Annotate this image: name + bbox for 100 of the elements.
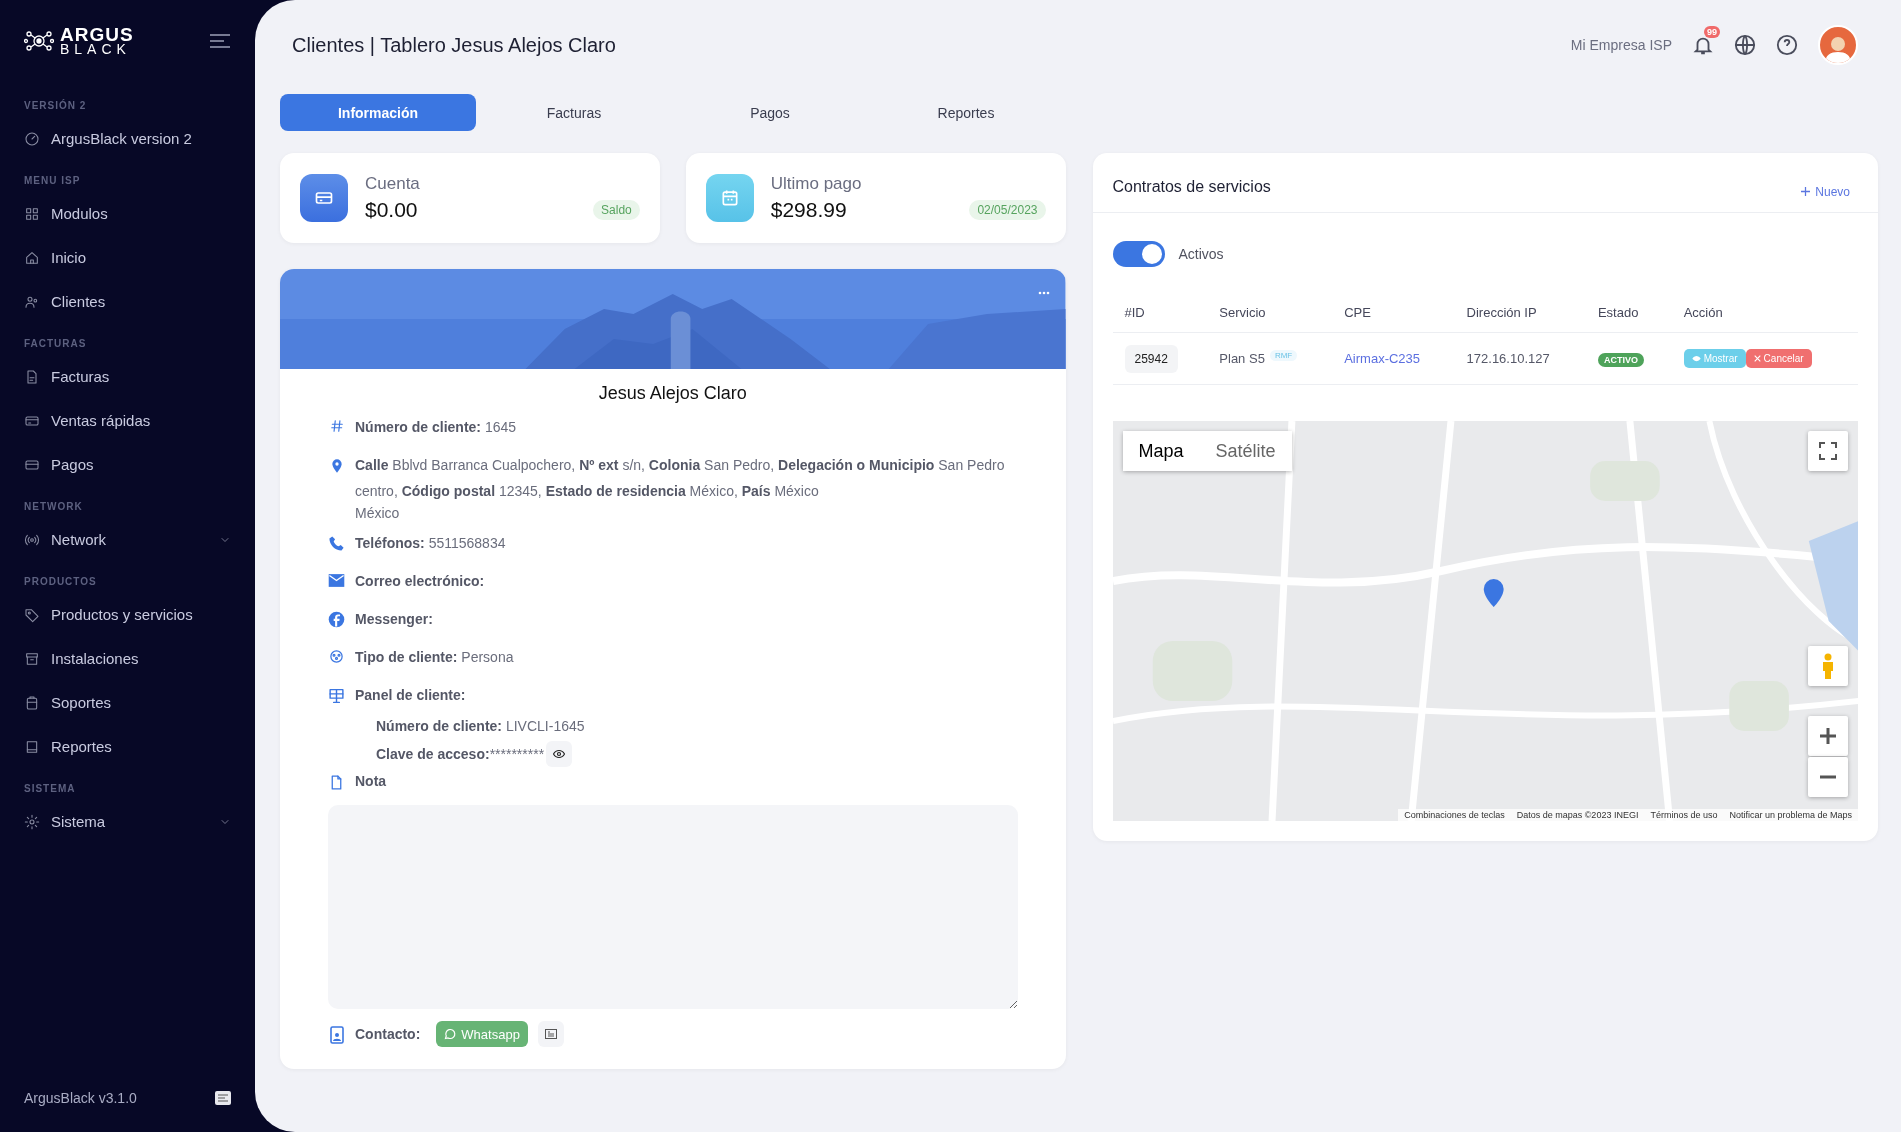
- section-title: FACTURAS: [24, 337, 88, 349]
- sidebar-item[interactable]: Inicio: [24, 235, 231, 280]
- map-footer-link[interactable]: Notificar un problema de Maps: [1729, 810, 1852, 820]
- card-badge: 02/05/2023: [969, 200, 1046, 220]
- more-button[interactable]: [1037, 291, 1050, 295]
- archive-icon: [24, 650, 40, 667]
- network-icon: [329, 649, 344, 664]
- fullscreen-button[interactable]: [1808, 431, 1848, 471]
- sidebar-item[interactable]: Modulos: [24, 191, 231, 236]
- gauge-icon: [24, 130, 40, 147]
- section-title: PRODUCTOS: [24, 575, 98, 587]
- fullscreen-icon: [1819, 442, 1837, 460]
- help-button[interactable]: [1776, 34, 1798, 56]
- card-amount: $298.99: [770, 198, 847, 222]
- field-label: Clave de acceso:: [376, 746, 490, 762]
- sidebar-item[interactable]: Facturas: [24, 354, 231, 399]
- plus-icon: [1801, 187, 1811, 196]
- sidebar-item[interactable]: ArgusBlack version 2: [24, 116, 231, 161]
- sidebar-item[interactable]: Ventas rápidas: [24, 398, 231, 443]
- map-type-button[interactable]: Mapa: [1122, 431, 1200, 471]
- field-text: Número de cliente: 1645: [355, 418, 517, 436]
- sidebar-item[interactable]: Instalaciones: [24, 636, 231, 681]
- map-footer-link[interactable]: Combinaciones de teclas: [1404, 810, 1505, 820]
- version-text: ArgusBlack v3.1.0: [24, 1090, 137, 1106]
- contact-card-button[interactable]: [537, 1021, 564, 1047]
- whatsapp-icon: [444, 1028, 457, 1040]
- toggle-label: Activos: [1178, 246, 1224, 262]
- map-footer-link[interactable]: Términos de uso: [1650, 810, 1718, 820]
- sidebar-item[interactable]: Sistema: [24, 799, 231, 844]
- card-title: Ultimo pago: [770, 174, 863, 194]
- card-icon: [215, 1091, 231, 1105]
- notification-badge: 99: [1704, 26, 1720, 38]
- document-icon: [24, 368, 40, 385]
- field-text: Número de cliente: LIVCLI-1645: [376, 717, 585, 735]
- gear-icon: [24, 813, 40, 830]
- brand-subtitle: BLACK: [60, 43, 132, 56]
- tab[interactable]: Reportes: [868, 94, 1064, 131]
- card-amount: $0.00: [365, 198, 418, 222]
- sidebar-item[interactable]: Soportes: [24, 680, 231, 725]
- sidebar-item[interactable]: Network: [24, 517, 231, 562]
- note-label: Nota: [355, 773, 387, 789]
- page-title: Clientes | Tablero Jesus Alejos Claro: [292, 33, 616, 57]
- minus-icon: [1819, 775, 1837, 779]
- facebook-icon: [328, 611, 345, 628]
- tag-icon: [24, 606, 40, 623]
- show-password-button[interactable]: [546, 741, 573, 767]
- sidebar-item[interactable]: Productos y servicios: [24, 592, 231, 637]
- address-text: México: [355, 504, 400, 522]
- service-text: Plan S5: [1219, 351, 1265, 367]
- column-header: Dirección IP: [1454, 295, 1586, 333]
- new-link[interactable]: Nuevo: [1801, 184, 1850, 199]
- plus-icon: [1819, 727, 1837, 745]
- company-name: Mi Empresa ISP: [1570, 37, 1672, 53]
- column-header: #ID: [1112, 295, 1208, 333]
- map-footer-link[interactable]: Datos de mapas ©2023 INEGI: [1516, 810, 1639, 820]
- tab[interactable]: Información: [280, 94, 476, 131]
- home-icon: [24, 249, 40, 266]
- column-header: CPE: [1332, 295, 1455, 333]
- field-text: Tipo de cliente: Persona: [355, 648, 514, 666]
- id-chip: 25942: [1124, 345, 1178, 373]
- menu-button[interactable]: [209, 32, 231, 49]
- phone-icon: [328, 535, 345, 552]
- service-tag: RMF: [1269, 349, 1298, 361]
- map[interactable]: Mapa Satélite Combinaciones de teclas Datos de mapas ©2023 INEGI Términos de uso Notificar un problema de Maps: [1112, 421, 1858, 821]
- column-header: Servicio: [1207, 295, 1333, 333]
- cpe-link[interactable]: Airmax-C235: [1344, 351, 1421, 366]
- id-card-icon: [544, 1029, 557, 1039]
- card-badge: Saldo: [593, 200, 640, 220]
- person-icon: [1821, 653, 1835, 679]
- avatar[interactable]: [1818, 25, 1858, 65]
- client-name: Jesus Alejos Claro: [597, 383, 748, 404]
- book-icon: [24, 738, 40, 755]
- column-header: Estado: [1585, 295, 1672, 333]
- field-text: Teléfonos: 5511568834: [355, 534, 506, 552]
- card-title: Cuenta: [365, 174, 421, 194]
- section-title: NETWORK: [24, 500, 84, 512]
- eye-icon: [553, 749, 566, 759]
- field-text: Messenger:: [355, 610, 433, 628]
- tab[interactable]: Facturas: [476, 94, 672, 131]
- globe-button[interactable]: [1734, 34, 1756, 56]
- section-title: MENU ISP: [24, 174, 82, 186]
- active-toggle[interactable]: [1112, 241, 1165, 267]
- zoom-in-button[interactable]: [1808, 716, 1848, 756]
- contact-label: Contacto:: [355, 1026, 421, 1042]
- note-field[interactable]: [328, 805, 1018, 1009]
- calendar-icon: [705, 174, 754, 222]
- status-badge: ACTIVO: [1597, 353, 1644, 367]
- column-header: Acción: [1671, 295, 1858, 333]
- section-title: VERSIÓN 2: [24, 99, 88, 111]
- credit-card-icon: [300, 174, 348, 222]
- sidebar-item[interactable]: Pagos: [24, 442, 231, 487]
- tab[interactable]: Pagos: [672, 94, 868, 131]
- sidebar-item[interactable]: Reportes: [24, 724, 231, 769]
- mail-icon: [328, 573, 345, 588]
- section-title: SISTEMA: [24, 782, 77, 794]
- field-text: Panel de cliente:: [355, 686, 466, 704]
- address-text: Calle Bblvd Barranca Cualpochero, Nº ext s/n, Colonia San Pedro, Delegación o Municipio San Pedro centro, Código postal 12345, Estado de residencia México, País México: [355, 456, 1006, 501]
- password-text: **********: [489, 745, 545, 763]
- map-type-button[interactable]: Satélite: [1199, 431, 1292, 471]
- sidebar-item[interactable]: Clientes: [24, 279, 231, 324]
